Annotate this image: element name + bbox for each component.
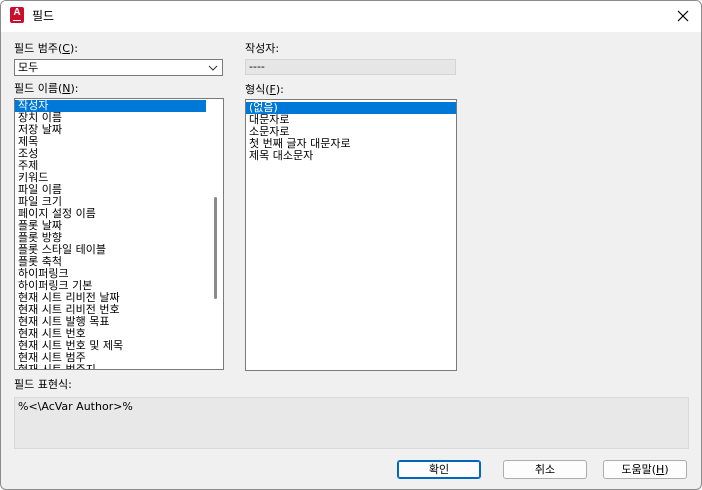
field-names-list[interactable]: 작성자 장치 이름 저장 날짜 제목 조성 주제 키워드 파일 이름 파일 크기 페이지 설정 이…: [14, 98, 224, 370]
field-name-item[interactable]: 현재 시트 범주지: [15, 364, 206, 369]
author-value: ----: [249, 60, 265, 73]
field-expression-value: %<\AcVar Author>%: [18, 400, 133, 413]
title-bar: A 필드: [1, 1, 701, 32]
close-button[interactable]: [671, 4, 695, 28]
field-name-item[interactable]: 장치 이름: [15, 112, 206, 124]
cancel-button[interactable]: 취소: [503, 460, 587, 479]
field-name-item[interactable]: 하이퍼링크 기본: [15, 280, 206, 292]
ok-button[interactable]: 확인: [397, 460, 481, 479]
field-name-item[interactable]: 플롯 스타일 테이블: [15, 244, 206, 256]
field-name-item[interactable]: 작성자: [15, 100, 206, 112]
author-value-box: ----: [245, 59, 456, 75]
field-dialog: A 필드 필드 범주(C): 모두 작성자: ---- 필드 이름(N): 작성…: [0, 0, 702, 490]
field-expression-box: %<\AcVar Author>%: [14, 397, 689, 449]
field-name-item[interactable]: 파일 크기: [15, 196, 206, 208]
format-item[interactable]: (없음): [246, 102, 456, 114]
field-name-item[interactable]: 제목: [15, 136, 206, 148]
window-title: 필드: [32, 9, 55, 23]
chevron-down-icon: [208, 65, 218, 71]
format-item[interactable]: 대문자로: [246, 114, 456, 126]
field-name-item[interactable]: 조성: [15, 148, 206, 160]
field-name-item[interactable]: 현재 시트 범주: [15, 352, 206, 364]
field-names-label: 필드 이름(N):: [14, 82, 79, 95]
field-category-dropdown[interactable]: 모두: [14, 59, 223, 76]
field-name-item[interactable]: 현재 시트 번호 및 제목: [15, 340, 206, 352]
field-name-item[interactable]: 플롯 날짜: [15, 220, 206, 232]
format-item[interactable]: 제목 대소문자: [246, 150, 456, 162]
author-label: 작성자:: [245, 42, 280, 55]
field-name-item[interactable]: 현재 시트 발행 목표: [15, 316, 206, 328]
help-button[interactable]: 도움말(H): [603, 460, 687, 479]
field-name-item[interactable]: 현재 시트 리비전 날짜: [15, 292, 206, 304]
field-name-item[interactable]: 현재 시트 번호: [15, 328, 206, 340]
field-name-item[interactable]: 현재 시트 리비전 번호: [15, 304, 206, 316]
field-name-item[interactable]: 하이퍼링크: [15, 268, 206, 280]
close-icon: [677, 10, 689, 22]
field-name-item[interactable]: 저장 날짜: [15, 124, 206, 136]
scrollbar-thumb[interactable]: [214, 197, 217, 299]
field-expression-label: 필드 표현식:: [14, 378, 72, 391]
field-name-item[interactable]: 플롯 방향: [15, 232, 206, 244]
autocad-app-icon: A: [10, 7, 24, 23]
format-list[interactable]: (없음) 대문자로 소문자로 첫 번째 글자 대문자로 제목 대소문자: [245, 99, 457, 371]
field-name-item[interactable]: 주제: [15, 160, 206, 172]
field-name-item[interactable]: 키워드: [15, 172, 206, 184]
format-item[interactable]: 소문자로: [246, 126, 456, 138]
field-name-item[interactable]: 페이지 설정 이름: [15, 208, 206, 220]
app-icon-letter: A: [13, 7, 21, 18]
field-category-value: 모두: [18, 61, 39, 74]
field-category-label: 필드 범주(C):: [14, 42, 78, 55]
field-name-item[interactable]: 플롯 축척: [15, 256, 206, 268]
field-name-item[interactable]: 파일 이름: [15, 184, 206, 196]
format-label: 형식(F):: [245, 83, 284, 96]
format-item[interactable]: 첫 번째 글자 대문자로: [246, 138, 456, 150]
